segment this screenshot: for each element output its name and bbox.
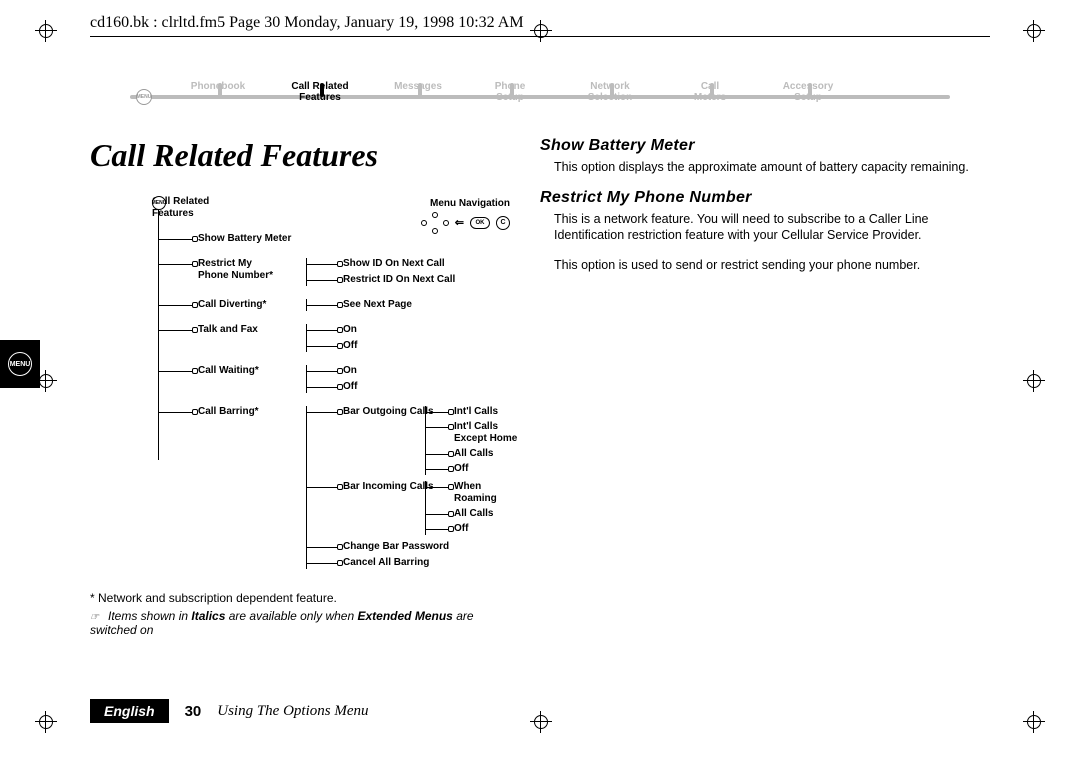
language-badge: English <box>90 699 169 723</box>
footnote-2: ☞Items shown in Italics are available on… <box>90 609 520 637</box>
tree-item: Show Battery Meter <box>158 233 520 245</box>
menu-icon: MENU <box>136 89 152 105</box>
nav-item: Accessory Setup <box>783 81 834 103</box>
tree-subitem: On <box>307 365 520 377</box>
arrow-left-icon: ⇐ <box>455 217 464 229</box>
tree-subsubitem: When Roaming <box>426 481 520 505</box>
tree-subitem: See Next Page <box>307 299 520 311</box>
tree-subitem: Off <box>307 381 520 393</box>
crop-mark-icon <box>1023 711 1045 733</box>
navigation-keys: ⇐ OK C <box>421 214 510 232</box>
nav-item: Messages <box>394 81 442 92</box>
page-title: Call Related Features <box>90 137 520 174</box>
tree-subsubitem: Off <box>426 523 520 535</box>
frame-header: cd160.bk : clrltd.fm5 Page 30 Monday, Ja… <box>90 8 990 37</box>
tree-subitem: On <box>307 324 520 336</box>
menu-root-icon: MENU <box>152 196 166 210</box>
tree-subsubitem: Int'l Calls <box>426 406 520 418</box>
footnotes: * Network and subscription dependent fea… <box>90 591 520 637</box>
breadcrumb-pipe: MENU Phonebook Call Related Features Mes… <box>130 81 950 115</box>
section-heading: Restrict My Phone Number <box>540 189 990 207</box>
tree-subsubitem: Int'l Calls Except Home <box>426 421 520 445</box>
nav-item: Call Meters <box>694 81 726 103</box>
side-tab-menu-icon: MENU <box>0 340 40 388</box>
crop-mark-icon <box>1023 20 1045 42</box>
tree-subitem: Off <box>307 340 520 352</box>
menu-tree: Menu Navigation ⇐ OK C MENU Call Related… <box>90 196 520 569</box>
page-footer: English 30 Using The Options Menu <box>90 699 369 723</box>
page-number: 30 <box>185 703 202 720</box>
menu-navigation-label: Menu Navigation <box>430 198 510 210</box>
crop-mark-icon <box>35 20 57 42</box>
tree-subsubitem: Off <box>426 463 520 475</box>
dpad-icon <box>421 214 449 232</box>
hand-icon: ☞ <box>90 612 108 623</box>
nav-item-active: Call Related Features <box>291 81 348 103</box>
c-key-icon: C <box>496 216 510 230</box>
tree-subsubitem: All Calls <box>426 448 520 460</box>
tree-subitem: Show ID On Next Call <box>307 258 520 270</box>
nav-item: Phonebook <box>191 81 245 92</box>
crop-mark-icon <box>35 711 57 733</box>
ok-key-icon: OK <box>470 217 490 229</box>
section-heading: Show Battery Meter <box>540 137 990 155</box>
tree-subitem: Cancel All Barring <box>307 557 520 569</box>
tree-subitem: Restrict ID On Next Call <box>307 274 520 286</box>
section-paragraph: This is a network feature. You will need… <box>554 211 990 243</box>
nav-item: Network Selection <box>588 81 632 103</box>
footer-section-title: Using The Options Menu <box>217 703 368 720</box>
crop-mark-icon <box>1023 370 1045 392</box>
footnote-1: * Network and subscription dependent fea… <box>90 591 520 605</box>
section-paragraph: This option displays the approximate amo… <box>554 159 990 175</box>
tree-subitem: Change Bar Password <box>307 541 520 553</box>
nav-item: Phone Setup <box>495 81 526 103</box>
menu-icon: MENU <box>8 352 32 376</box>
section-paragraph: This option is used to send or restrict … <box>554 257 990 273</box>
tree-subsubitem: All Calls <box>426 508 520 520</box>
